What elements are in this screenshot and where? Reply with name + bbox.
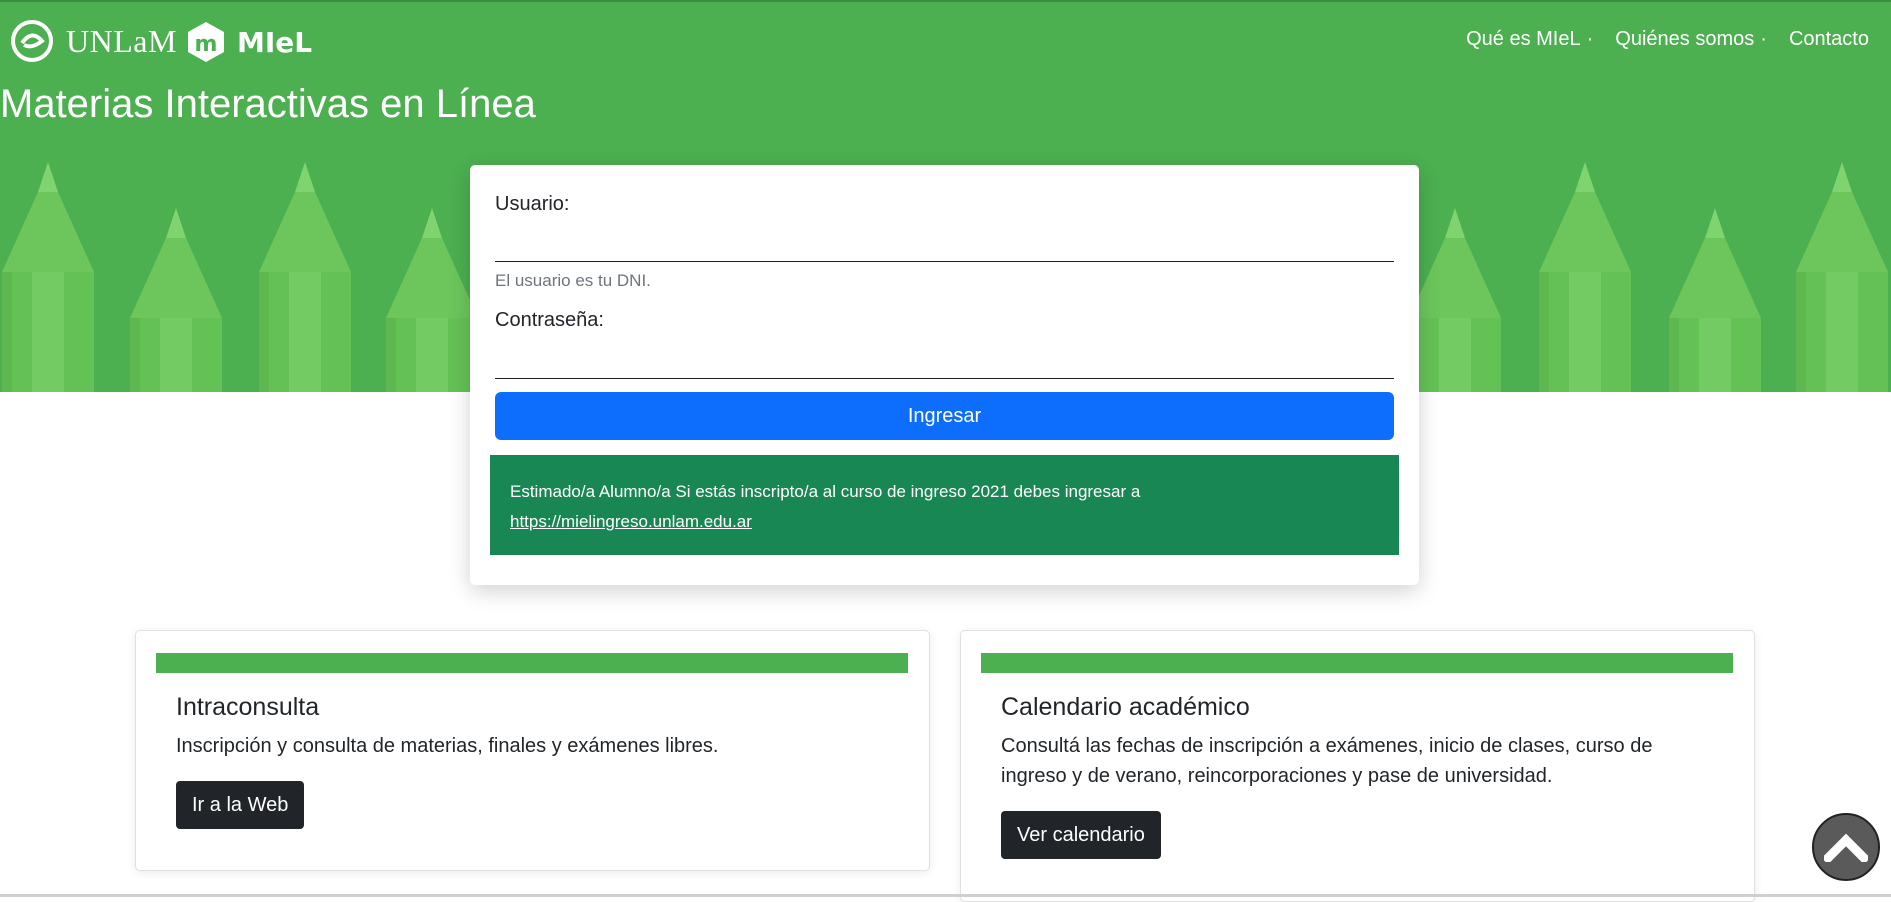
page-title: Materias Interactivas en Línea bbox=[0, 82, 536, 126]
nav-link-contacto[interactable]: Contacto bbox=[1789, 28, 1869, 51]
card-description: Consultá las fechas de inscripción a exá… bbox=[1001, 735, 1653, 787]
ver-calendario-button[interactable]: Ver calendario bbox=[1001, 811, 1161, 859]
scroll-top-button[interactable] bbox=[1812, 813, 1880, 881]
card-description: Inscripción y consulta de materias, fina… bbox=[176, 735, 719, 757]
navbar: UNLaM m MIeL Qué es MIeL · Quiénes somos ·… bbox=[0, 2, 1891, 82]
calendario-card: Calendario académico Consultá las fechas… bbox=[960, 630, 1755, 902]
card-title: Calendario académico bbox=[1001, 693, 1250, 721]
card-accent-bar bbox=[156, 653, 908, 673]
miel-logo-text: MIeL bbox=[237, 25, 313, 59]
password-input[interactable] bbox=[495, 340, 1394, 379]
miel-logo[interactable]: m MIeL bbox=[185, 19, 312, 65]
password-label: Contraseña: bbox=[495, 309, 604, 331]
nav-link-que-es-miel[interactable]: Qué es MIeL bbox=[1466, 28, 1581, 50]
login-card: Usuario: El usuario es tu DNI. Contraseñ… bbox=[470, 165, 1419, 585]
card-title: Intraconsulta bbox=[176, 693, 320, 721]
nav-link-quienes-somos[interactable]: Quiénes somos bbox=[1615, 28, 1754, 50]
top-nav: Qué es MIeL · Quiénes somos · Contacto bbox=[1466, 28, 1869, 51]
nav-separator: · bbox=[1760, 28, 1767, 50]
notice-link[interactable]: https://mielingreso.unlam.edu.ar bbox=[510, 512, 752, 531]
unlam-logo[interactable]: UNLaM bbox=[10, 18, 177, 64]
miel-logo-icon: m bbox=[188, 22, 224, 62]
login-button[interactable]: Ingresar bbox=[495, 392, 1394, 440]
ingreso-notice: Estimado/a Alumno/a Si estás inscripto/a… bbox=[490, 455, 1399, 555]
svg-text:m: m bbox=[195, 32, 218, 57]
notice-text: Estimado/a Alumno/a Si estás inscripto/a… bbox=[510, 482, 1141, 501]
intraconsulta-card: Intraconsulta Inscripción y consulta de … bbox=[135, 630, 930, 871]
ir-a-la-web-button[interactable]: Ir a la Web bbox=[176, 781, 305, 829]
chevron-up-icon bbox=[1824, 833, 1868, 862]
unlam-logo-text: UNLaM bbox=[66, 22, 177, 59]
unlam-logo-icon bbox=[11, 20, 53, 62]
user-label: Usuario: bbox=[495, 193, 570, 215]
user-input[interactable] bbox=[495, 223, 1394, 262]
card-accent-bar bbox=[981, 653, 1733, 673]
user-help-text: El usuario es tu DNI. bbox=[495, 271, 651, 290]
nav-separator: · bbox=[1586, 28, 1594, 50]
